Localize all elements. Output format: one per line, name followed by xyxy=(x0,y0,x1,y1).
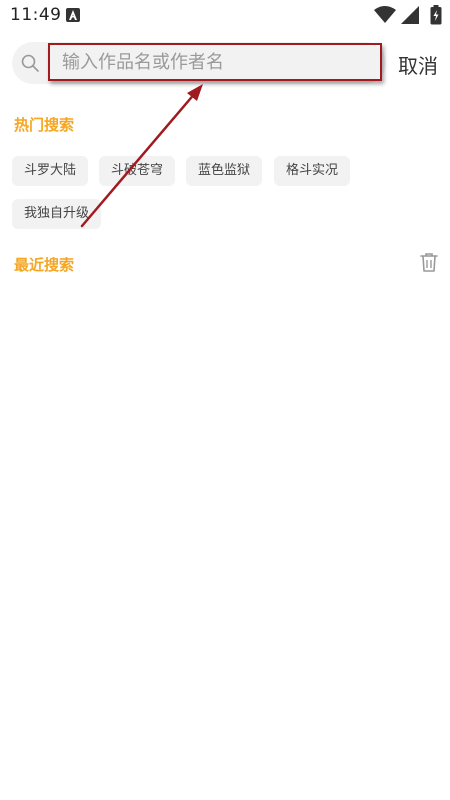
wifi-icon xyxy=(374,6,396,23)
search-box[interactable] xyxy=(12,42,386,84)
font-a-icon xyxy=(66,8,80,22)
recent-search-title: 最近搜索 xyxy=(14,256,75,274)
hot-search-tag[interactable]: 格斗实况 xyxy=(274,156,351,186)
search-icon xyxy=(21,54,39,72)
hot-search-tag[interactable]: 我独自升级 xyxy=(12,199,102,229)
hot-search-title: 热门搜索 xyxy=(14,116,75,134)
status-bar: 11:49 xyxy=(0,0,450,32)
search-input[interactable] xyxy=(48,43,382,81)
status-time: 11:49 xyxy=(10,5,62,25)
hot-search-tag[interactable]: 斗破苍穹 xyxy=(99,156,176,186)
hot-search-tag[interactable]: 斗罗大陆 xyxy=(12,156,89,186)
hot-search-tag[interactable]: 蓝色监狱 xyxy=(186,156,263,186)
trash-icon[interactable] xyxy=(418,251,440,273)
battery-charging-icon xyxy=(430,5,442,25)
signal-icon xyxy=(401,6,419,24)
cancel-button[interactable]: 取消 xyxy=(398,50,438,79)
